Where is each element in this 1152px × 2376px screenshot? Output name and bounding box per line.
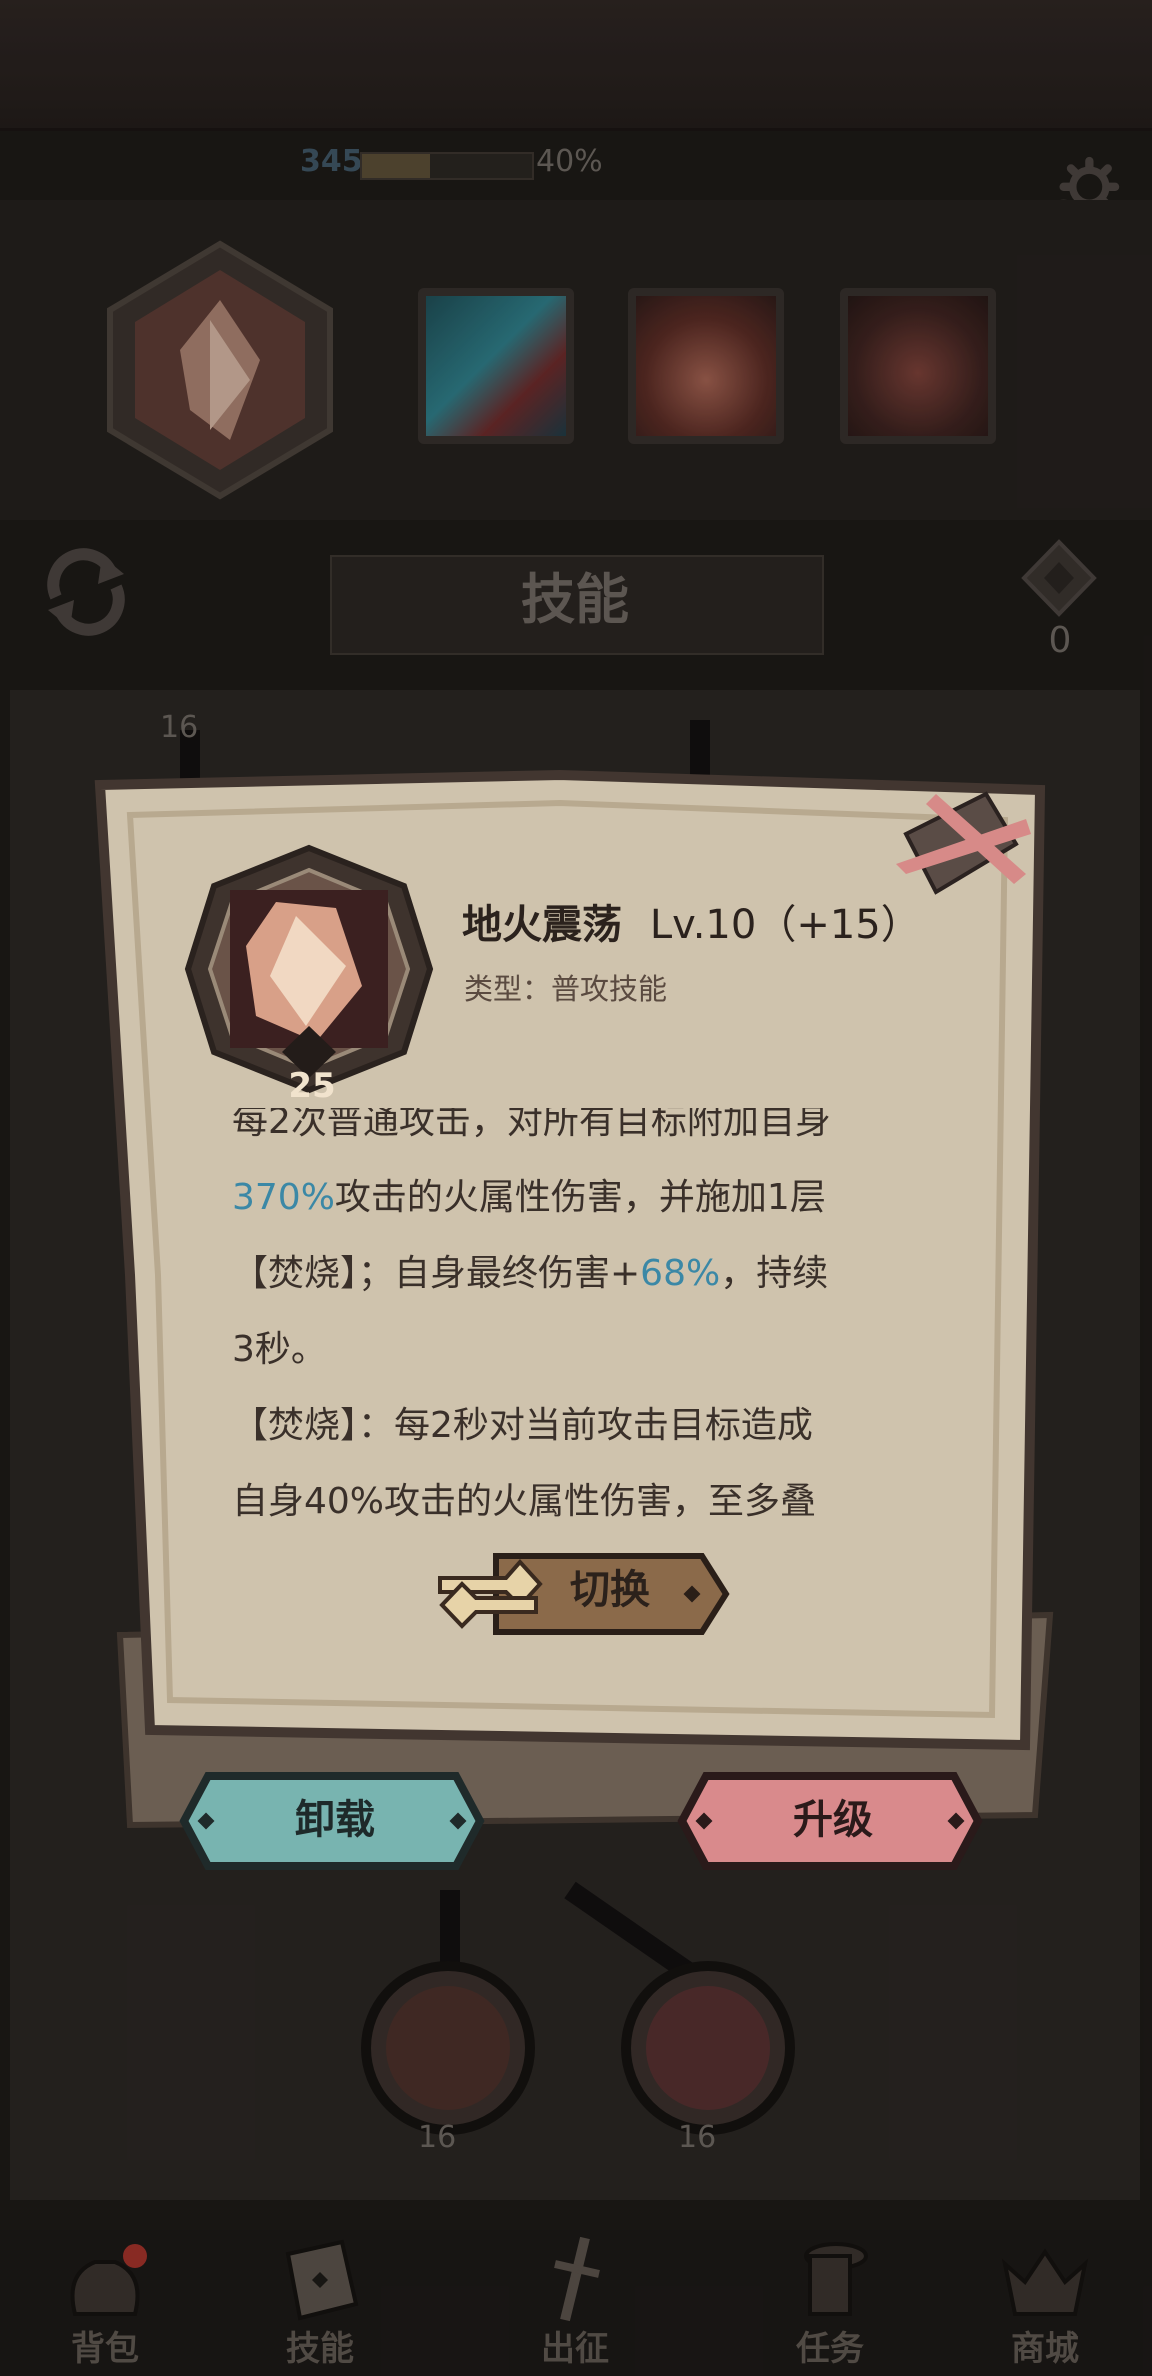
switch-button-label: 切换 [570, 1567, 650, 1613]
desc-text: 【焚烧】；自身最终伤害+ [232, 1253, 641, 1294]
desc-highlight: 370% [232, 1177, 335, 1218]
skill-level: Lv.10（+15） [649, 902, 921, 948]
upgrade-button-label: 升级 [793, 1797, 873, 1843]
desc-line: 370%攻击的火属性伤害，并施加1层 [232, 1160, 826, 1236]
skill-name: 地火震荡 [462, 902, 622, 948]
desc-line: 每2次普通攻击，对所有目标附加自身 [232, 1108, 831, 1142]
desc-highlight: 68% [640, 1253, 721, 1294]
skill-description[interactable]: 每2次普通攻击，对所有目标附加自身 370%攻击的火属性伤害，并施加1层 【焚烧… [232, 1108, 932, 1544]
skill-icon-badge: 25 [288, 1066, 336, 1106]
desc-text: ，持续 [720, 1253, 829, 1294]
desc-line: 自身40%攻击的火属性伤害，至多叠 [232, 1481, 817, 1522]
unequip-button-label: 卸载 [295, 1797, 375, 1843]
skill-title: 地火震荡 Lv.10（+15） [462, 892, 921, 950]
skill-icon [184, 844, 434, 1094]
desc-text: 攻击的火属性伤害，并施加1层 [334, 1177, 826, 1218]
desc-line: 【焚烧】：每2秒对当前攻击目标造成 [232, 1405, 813, 1446]
desc-line: 3秒。 [232, 1329, 327, 1370]
desc-line: 【焚烧】；自身最终伤害+68%，持续 [232, 1236, 828, 1312]
skill-type: 类型：普攻技能 [464, 972, 668, 1006]
